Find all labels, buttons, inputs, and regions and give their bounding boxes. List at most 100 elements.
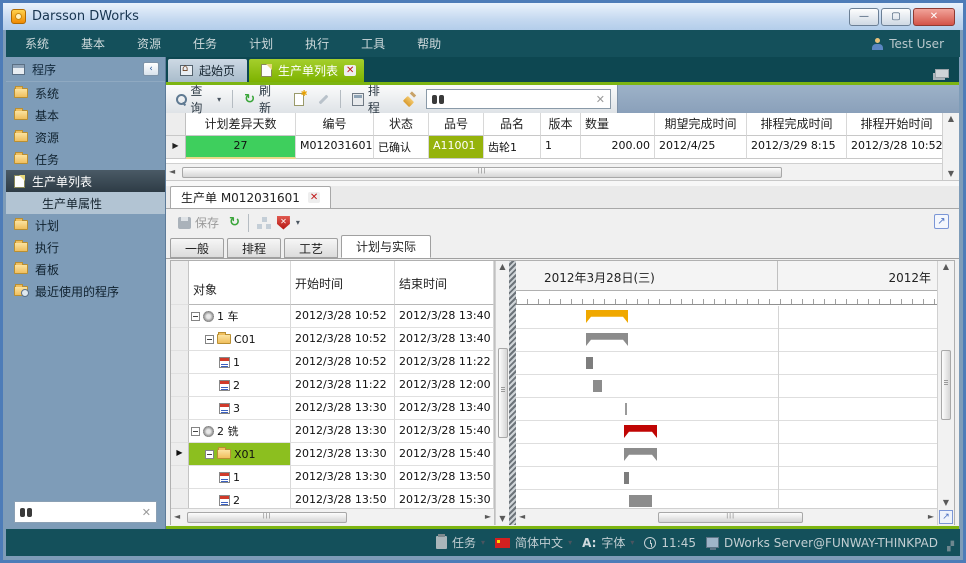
sidebar-item-基本[interactable]: 基本	[6, 104, 165, 126]
resize-grip[interactable]: ▞	[947, 542, 955, 552]
query-caret-icon[interactable]: ▾	[217, 95, 221, 104]
minimize-button[interactable]: —	[849, 8, 879, 26]
menu-item-任务[interactable]: 任务	[180, 30, 230, 57]
shield-caret-icon[interactable]: ▾	[296, 218, 300, 227]
toolbar-search-input[interactable]	[449, 93, 591, 105]
scroll-up-icon[interactable]: ▲	[496, 263, 508, 271]
grid-col-sched_start[interactable]: 排程开始时间	[847, 113, 947, 136]
tab-production-list[interactable]: 生产单列表 ✕	[249, 59, 364, 82]
grid-col-version[interactable]: 版本	[541, 113, 581, 136]
orgchart-icon[interactable]	[257, 217, 271, 229]
tree-row[interactable]: 32012/3/28 13:302012/3/28 13:40	[171, 397, 494, 420]
grid-col-name[interactable]: 品名	[484, 113, 541, 136]
scroll-down-icon[interactable]: ▼	[940, 499, 952, 507]
menu-item-系统[interactable]: 系统	[12, 30, 62, 57]
detail-doc-tab[interactable]: 生产单 M012031601 ✕	[170, 186, 331, 208]
tree-vscroll-thumb[interactable]	[498, 348, 508, 438]
subtab-计划与实际[interactable]: 计划与实际	[341, 235, 431, 258]
tree-object-cell[interactable]: 3	[189, 397, 291, 420]
save-button[interactable]: 保存	[174, 212, 223, 233]
subtab-工艺[interactable]: 工艺	[284, 238, 338, 258]
gantt-vscrollbar[interactable]: ▲ ▼ ↗	[937, 261, 954, 525]
sidebar-item-任务[interactable]: 任务	[6, 148, 165, 170]
tree-hscroll-thumb[interactable]	[187, 512, 347, 523]
tree-row[interactable]: 22012/3/28 11:222012/3/28 12:00	[171, 374, 494, 397]
tree-row[interactable]: C012012/3/28 10:522012/3/28 13:40	[171, 328, 494, 351]
expander-icon[interactable]	[205, 450, 214, 459]
sidebar-item-资源[interactable]: 资源	[6, 126, 165, 148]
scroll-left-icon[interactable]: ◄	[171, 513, 183, 521]
lang-caret-icon[interactable]: ▾	[568, 538, 572, 547]
scroll-down-icon[interactable]: ▼	[496, 515, 508, 523]
scroll-right-icon[interactable]: ►	[925, 513, 937, 521]
gantt-bar[interactable]	[625, 403, 627, 415]
tab-close-icon[interactable]: ✕	[344, 65, 356, 76]
gantt-bar[interactable]	[586, 357, 593, 369]
scroll-left-icon[interactable]: ◄	[166, 168, 178, 176]
sidebar-item-最近使用的程序[interactable]: 最近使用的程序	[6, 280, 165, 302]
menu-item-帮助[interactable]: 帮助	[404, 30, 454, 57]
gantt-popout-icon[interactable]: ↗	[939, 510, 953, 524]
tree-object-cell[interactable]: 2	[189, 374, 291, 397]
tree-object-cell[interactable]: 1 车	[189, 305, 291, 328]
status-task-menu[interactable]: 任务 ▾	[436, 534, 485, 551]
sidebar-search-clear-icon[interactable]: ✕	[142, 506, 151, 519]
split-handle[interactable]	[509, 261, 516, 525]
sidebar-item-生产单属性[interactable]: 生产单属性	[6, 192, 165, 214]
tree-object-cell[interactable]: 2 铣	[189, 420, 291, 443]
task-caret-icon[interactable]: ▾	[481, 538, 485, 547]
font-caret-icon[interactable]: ▾	[630, 538, 634, 547]
grid-col-code[interactable]: 编号	[296, 113, 374, 136]
grid-col-qty[interactable]: 数量	[581, 113, 655, 136]
grid-col-diff[interactable]: 计划差异天数	[186, 113, 296, 136]
clean-button[interactable]	[400, 91, 421, 108]
tree-row[interactable]: 2 铣2012/3/28 13:302012/3/28 15:40	[171, 420, 494, 443]
gantt-hscroll-thumb[interactable]	[658, 512, 803, 523]
menu-item-基本[interactable]: 基本	[68, 30, 118, 57]
tree-row[interactable]: 1 车2012/3/28 10:522012/3/28 13:40	[171, 305, 494, 328]
expander-icon[interactable]	[191, 427, 200, 436]
sidebar-item-系统[interactable]: 系统	[6, 82, 165, 104]
tree-row[interactable]: 12012/3/28 10:522012/3/28 11:22	[171, 351, 494, 374]
menu-item-执行[interactable]: 执行	[292, 30, 342, 57]
gantt-bar[interactable]	[624, 472, 629, 484]
user-indicator[interactable]: Test User	[872, 37, 960, 51]
sidebar-item-看板[interactable]: 看板	[6, 258, 165, 280]
maximize-button[interactable]: ▢	[881, 8, 911, 26]
grid-hscroll-thumb[interactable]	[182, 167, 782, 178]
status-font-menu[interactable]: A: 字体 ▾	[582, 534, 634, 551]
sidebar-item-生产单列表[interactable]: 生产单列表	[6, 170, 165, 192]
tree-hscrollbar[interactable]: ◄ ►	[171, 508, 494, 525]
tree-object-cell[interactable]: X01	[189, 443, 291, 466]
toolbar-search-clear-icon[interactable]: ✕	[596, 93, 605, 106]
popout-icon[interactable]: ↗	[934, 214, 949, 229]
detail-refresh-icon[interactable]: ↻	[229, 217, 240, 228]
grid-data-row[interactable]: ▶27M012031601已确认A11001齿轮11200.002012/4/2…	[166, 136, 942, 159]
menu-item-计划[interactable]: 计划	[236, 30, 286, 57]
scroll-up-icon[interactable]: ▲	[945, 115, 957, 123]
scroll-right-icon[interactable]: ►	[482, 513, 494, 521]
tree-object-cell[interactable]: 1	[189, 351, 291, 374]
grid-col-status[interactable]: 状态	[374, 113, 429, 136]
detail-tab-close-icon[interactable]: ✕	[308, 192, 320, 203]
gantt-vscroll-thumb[interactable]	[941, 350, 951, 420]
tree-row[interactable]: ▶X012012/3/28 13:302012/3/28 15:40	[171, 443, 494, 466]
tree-object-cell[interactable]: C01	[189, 328, 291, 351]
expander-icon[interactable]	[191, 312, 200, 321]
tree-object-cell[interactable]: 1	[189, 466, 291, 489]
grid-col-expect[interactable]: 期望完成时间	[655, 113, 747, 136]
shield-alert-icon[interactable]: ✕	[277, 216, 290, 230]
grid-vscrollbar[interactable]: ▲ ▼	[942, 113, 959, 180]
gantt-hscrollbar[interactable]: ◄ ►	[516, 508, 937, 525]
grid-col-item[interactable]: 品号	[429, 113, 484, 136]
sidebar-search-input[interactable]	[37, 506, 137, 518]
tree-row[interactable]: 12012/3/28 13:302012/3/28 13:50	[171, 466, 494, 489]
expander-icon[interactable]	[205, 335, 214, 344]
menu-item-工具[interactable]: 工具	[348, 30, 398, 57]
gantt-bar[interactable]	[629, 495, 652, 507]
status-language-menu[interactable]: 简体中文 ▾	[495, 534, 572, 551]
menu-item-资源[interactable]: 资源	[124, 30, 174, 57]
scroll-up-icon[interactable]: ▲	[940, 263, 952, 271]
subtab-排程[interactable]: 排程	[227, 238, 281, 258]
tab-home[interactable]: 起始页	[168, 59, 247, 82]
